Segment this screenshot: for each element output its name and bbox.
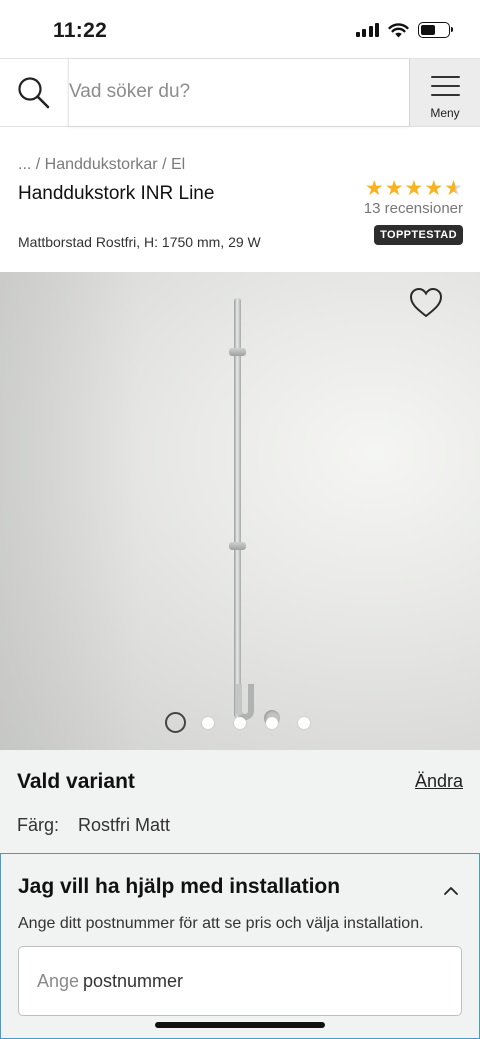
selected-variant: Vald variant Ändra Färg: Rostfri Matt xyxy=(0,750,480,853)
rating-summary[interactable]: ★ ★ ★ ★ ★ 13 recensioner TOPPTESTAD xyxy=(323,178,463,245)
breadcrumb[interactable]: ... / Handdukstorkar / El xyxy=(18,156,185,174)
cellular-signal-icon xyxy=(355,23,379,37)
star-icon: ★ xyxy=(404,177,424,200)
change-variant-link[interactable]: Ändra xyxy=(415,771,463,792)
review-count[interactable]: 13 recensioner xyxy=(323,200,463,217)
status-time: 11:22 xyxy=(53,19,108,42)
status-bar: 11:22 xyxy=(0,0,480,58)
star-icon: ★ xyxy=(424,177,444,200)
battery-icon xyxy=(418,22,453,38)
search-header: Vad söker du? Meny xyxy=(0,58,480,127)
search-input[interactable]: Vad söker du? xyxy=(68,59,410,126)
gallery-pagination xyxy=(0,712,480,734)
menu-label: Meny xyxy=(430,106,460,120)
rating-stars: ★ ★ ★ ★ ★ xyxy=(323,178,463,199)
postal-code-placeholder: postnummer xyxy=(83,971,184,991)
wifi-icon xyxy=(388,22,409,37)
battery-level xyxy=(421,25,436,35)
gallery-dot[interactable] xyxy=(298,717,310,729)
product-subtitle: Mattborstad Rostfri, H: 1750 mm, 29 W xyxy=(18,234,261,250)
star-icon: ★ xyxy=(364,177,384,200)
status-icons xyxy=(355,22,453,38)
installation-title[interactable]: Jag vill ha hjälp med installation xyxy=(18,875,340,899)
towel-rail-image xyxy=(234,298,241,718)
gallery-dot[interactable] xyxy=(234,717,246,729)
star-icon: ★ xyxy=(384,177,404,200)
variant-color-value: Rostfri Matt xyxy=(78,815,171,835)
postal-code-prefix: Ange xyxy=(37,971,80,991)
variant-color-label: Färg: xyxy=(17,815,60,835)
search-placeholder: Vad söker du? xyxy=(69,81,191,102)
half-star-icon: ★ xyxy=(444,177,463,200)
installation-description: Ange ditt postnummer för att se pris och… xyxy=(18,915,424,932)
menu-button[interactable]: Meny xyxy=(410,59,480,126)
installation-panel: Jag vill ha hjälp med installation Ange … xyxy=(0,853,480,1039)
variant-title: Vald variant xyxy=(17,770,135,793)
gallery-dot[interactable] xyxy=(202,717,214,729)
product-image[interactable] xyxy=(0,272,480,750)
hamburger-icon xyxy=(431,76,460,103)
postal-code-input[interactable]: Ange postnummer xyxy=(18,946,462,1016)
home-indicator xyxy=(155,1022,325,1028)
gallery-dot-active[interactable] xyxy=(165,712,186,733)
search-icon[interactable] xyxy=(16,75,52,111)
product-title: Handdukstork INR Line xyxy=(18,183,215,204)
heart-outline-icon[interactable] xyxy=(408,286,444,320)
gallery-dot[interactable] xyxy=(266,717,278,729)
chevron-up-icon[interactable] xyxy=(443,883,459,899)
status-badge: TOPPTESTAD xyxy=(374,225,463,245)
